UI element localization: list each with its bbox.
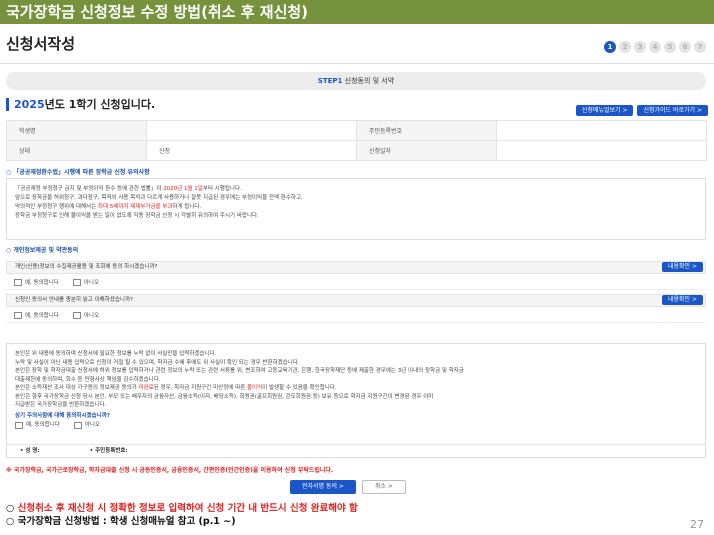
step-indicator: 1 2 3 4 5 6 7	[604, 41, 706, 53]
notice-line-4: 장학금 부정청구로 인해 불이익을 받는 일이 없도록 각종 장학금 신청 시 …	[15, 213, 259, 219]
step-6: 6	[679, 41, 691, 53]
status-value: 신청	[146, 140, 357, 161]
semester-title: 2025년도 1학기 신청입니다.	[6, 98, 155, 111]
step-number: STEP1	[317, 77, 343, 85]
disagree-option[interactable]: 아니오	[72, 309, 99, 323]
confirm-button-2[interactable]: 내용확인 >	[661, 295, 703, 305]
notice-line-1: 「공공재정 부정청구 금지 및 부정이익 환수 등에 관한 법률」이 2020년…	[15, 186, 242, 192]
apply-date-label: 신청일자	[356, 140, 497, 161]
consent-line-4: 대출제한에 동의하며, 회수 등 민형사상 책임을 감수하겠습니다.	[15, 376, 161, 383]
note-1: ○ 신청취소 후 재신청 시 정확한 정보로 입력하여 신청 기간 내 반드시 …	[6, 503, 358, 514]
applicant-info-table: 학생명 주민등록번호 상태 신청 신청일자	[6, 120, 707, 161]
step-7: 7	[694, 41, 706, 53]
terms-answer-1: 예, 동의합니다 아니오	[6, 276, 706, 290]
action-buttons: 전자서명 동의 > 취소 >	[290, 480, 406, 494]
step-label: 신청동의 및 서약	[342, 77, 395, 85]
app-header: 신청서작성 1 2 3 4 5 6 7	[0, 24, 714, 64]
step-3: 3	[634, 41, 646, 53]
name-label: • 성 명:	[20, 448, 40, 454]
warning-text: ※ 국가장학금, 국가근로장학금, 학자금대출 신청 시 공동인증서, 금융인증…	[6, 467, 334, 474]
semester-text: 년도 1학기 신청입니다.	[44, 98, 156, 111]
semester-year: 2025	[14, 98, 45, 111]
consent-question: 상기 주의사항에 대해 동의하시겠습니까?	[15, 412, 110, 419]
student-name-value	[146, 120, 357, 141]
checkbox-icon[interactable]	[15, 421, 23, 429]
e-signature-button[interactable]: 전자서명 동의 >	[290, 480, 356, 494]
terms-question-2: 신청인 동의서 안내를 충분히 읽고 이해하셨습니까? 내용확인 >	[6, 294, 706, 307]
terms-answer-2: 예, 동의합니다 아니오	[6, 309, 706, 323]
table-row: 상태 신청 신청일자	[6, 140, 707, 161]
rrn-label: 주민등록번호	[356, 120, 497, 141]
slide-banner: 국가장학금 신청정보 수정 방법(취소 후 재신청)	[0, 0, 714, 24]
agree-option[interactable]: 예, 동의합니다	[15, 421, 60, 430]
guide-button[interactable]: 신청가이드 바로가기 >	[637, 105, 708, 116]
cancel-button[interactable]: 취소 >	[361, 480, 406, 494]
notice-line-3: 악의적인 부정청구 행위에 대해서는 최대 5배까지 제재부가금을 부과하게 됩…	[15, 204, 202, 210]
consent-line-3: 본인은 장학 및 학자금대출 신청서에 허위 정보를 입력하거나 관련 정보의 …	[15, 368, 464, 374]
step-2: 2	[619, 41, 631, 53]
consent-line-1: 본인은 위 내용에 동의하며 신청서에 필요한 정보를 누락 없이 사실만을 입…	[15, 351, 217, 357]
terms-heading: ○ 개인정보제공 및 약관동의	[6, 247, 79, 254]
consent-options: 예, 동의합니다 아니오	[15, 421, 697, 430]
agree-option[interactable]: 예, 동의합니다	[14, 309, 59, 323]
step-1: 1	[604, 41, 616, 53]
signer-row: • 성 명: • 주민등록번호:	[6, 444, 706, 458]
page-title: 신청서작성	[6, 35, 76, 53]
page-number: 27	[690, 518, 704, 531]
disagree-option[interactable]: 아니오	[73, 421, 100, 430]
checkbox-icon[interactable]	[73, 421, 82, 429]
manual-button[interactable]: 신청매뉴얼보기 >	[575, 105, 634, 116]
notice-heading: ○ 「공공재정환수법」시행에 따른 장학금 신청 유의사항	[6, 169, 150, 176]
consent-line-5: 본인은 소득재산 조사 대상 가구원의 정보제공 동의가 미완료된 경우, 학자…	[15, 385, 337, 391]
rrn-value	[496, 120, 707, 141]
consent-line-2: 누락 및 사실이 아닌 내용 입력으로 신청이 거절 될 수 있으며, 학자금 …	[15, 359, 300, 366]
consent-line-7: 지급받은 국가장학금을 반환하겠습니다.	[15, 402, 107, 408]
agree-option[interactable]: 예, 동의합니다	[14, 276, 59, 290]
header-buttons: 신청매뉴얼보기 > 신청가이드 바로가기 >	[575, 105, 708, 116]
note-2: ○ 국가장학금 신청방법 : 학생 신청매뉴얼 참고 (p.1 ~)	[6, 516, 236, 527]
slide-notes: ○ 신청취소 후 재신청 시 정확한 정보로 입력하여 신청 기간 내 반드시 …	[6, 502, 358, 528]
notice-line-2: 앞으로 장학금을 허위청구, 과다청구, 목적외 사용 목적과 다르게 사용하거…	[15, 195, 303, 201]
terms-question-1: 개인(신용)정보의 수집제공활용 및 조회에 동의 하시겠습니까? 내용확인 >	[6, 261, 706, 274]
step-bar: STEP1 신청동의 및 서약	[6, 72, 706, 90]
disagree-option[interactable]: 아니오	[72, 276, 99, 290]
checkbox-icon[interactable]	[14, 312, 22, 319]
checkbox-icon[interactable]	[14, 279, 22, 286]
checkbox-icon[interactable]	[72, 312, 81, 319]
step-5: 5	[664, 41, 676, 53]
status-label: 상태	[6, 140, 147, 161]
consent-box: 본인은 위 내용에 동의하며 신청서에 필요한 정보를 누락 없이 사실만을 입…	[6, 343, 706, 458]
rrn-field-label: • 주민등록번호:	[89, 448, 128, 454]
consent-line-6: 본인은 향후 국가장학금 신청 당시 본인, 부모 또는 배우자의 금융자산, …	[15, 393, 434, 400]
apply-date-value	[496, 140, 707, 161]
table-row: 학생명 주민등록번호	[6, 120, 707, 141]
notice-box: 「공공재정 부정청구 금지 및 부정이익 환수 등에 관한 법률」이 2020년…	[6, 178, 706, 240]
student-name-label: 학생명	[6, 120, 147, 141]
step-4: 4	[649, 41, 661, 53]
checkbox-icon[interactable]	[72, 279, 81, 286]
confirm-button-1[interactable]: 내용확인 >	[661, 262, 703, 272]
